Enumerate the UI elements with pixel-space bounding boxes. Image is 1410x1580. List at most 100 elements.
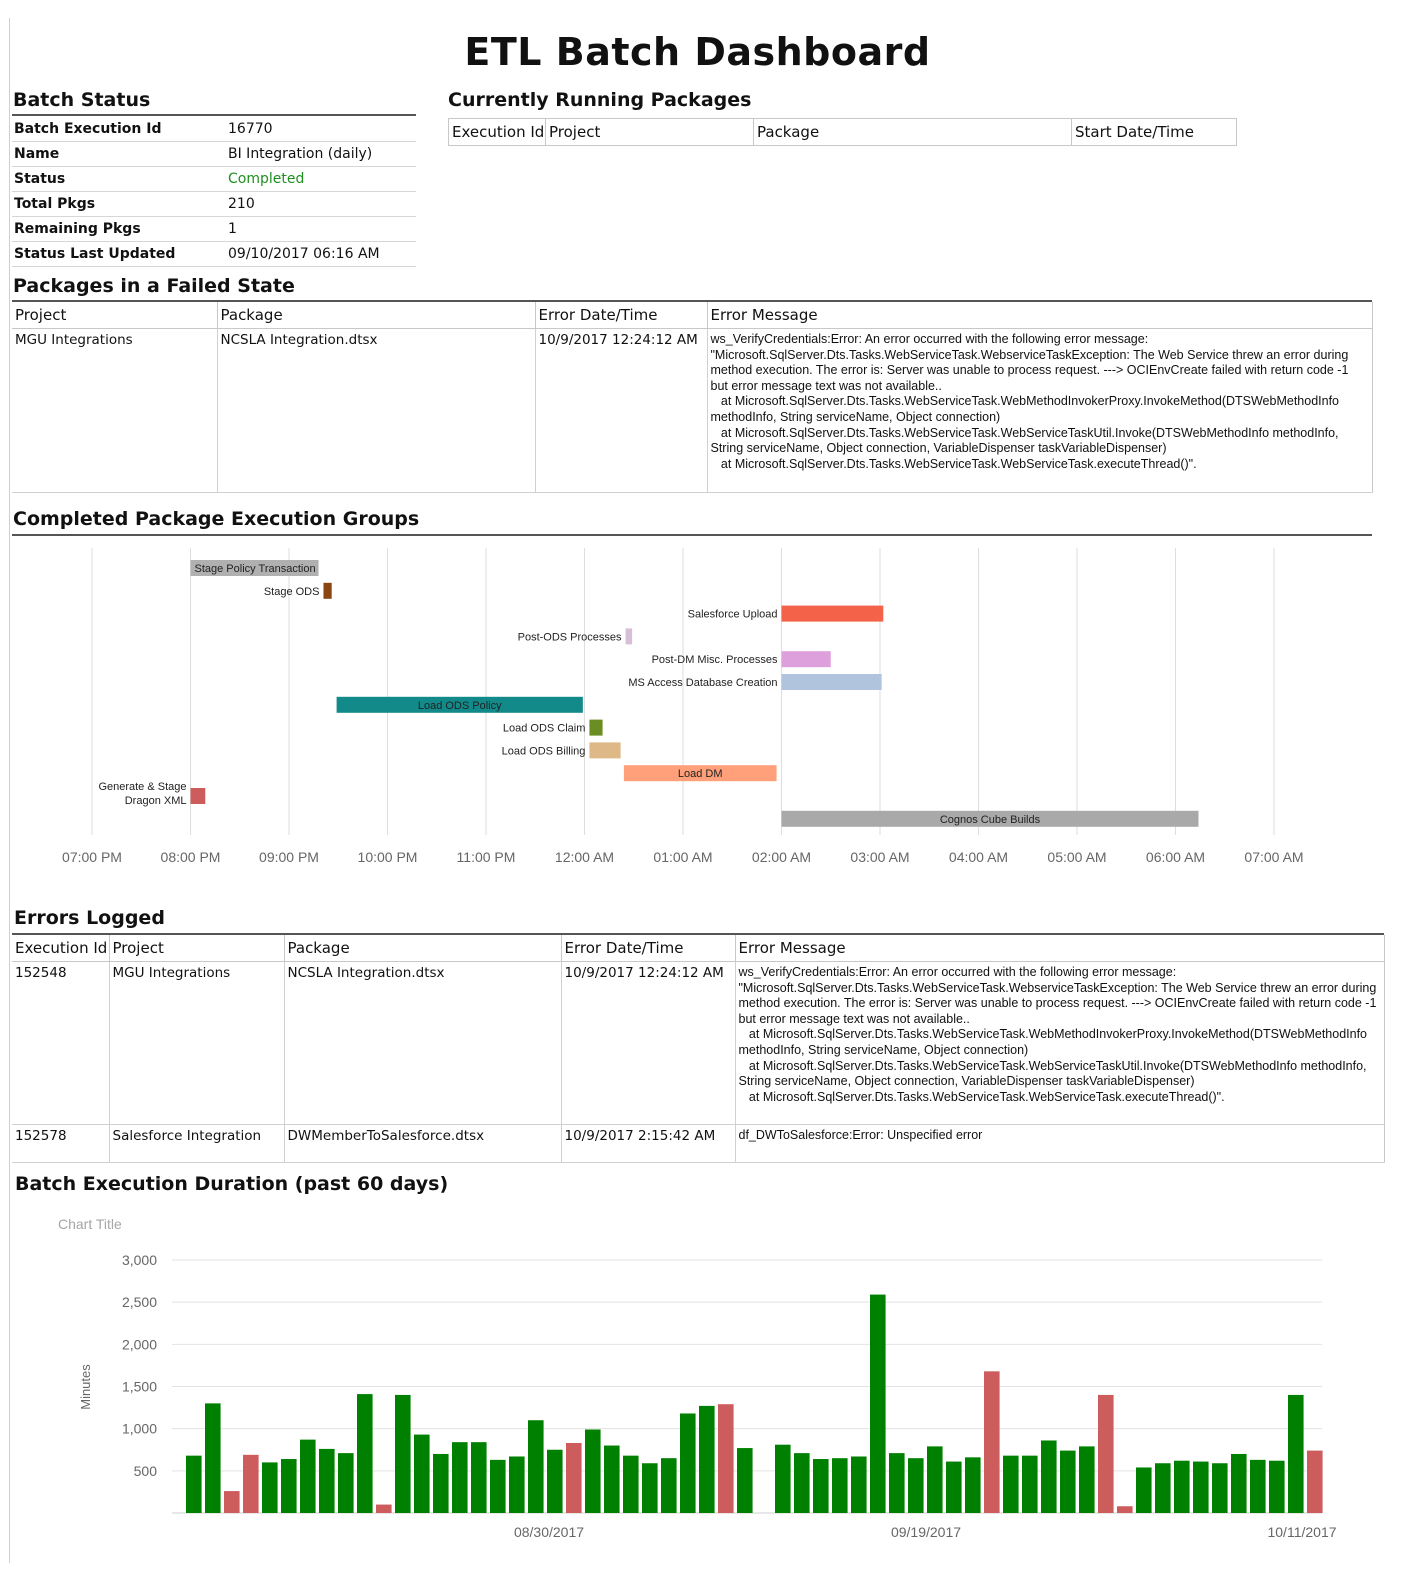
batch-execution-id-value: 16770: [226, 117, 416, 142]
duration-bar: [1003, 1455, 1019, 1513]
gantt-time-tick: 09:00 PM: [259, 849, 319, 865]
duration-bar: [338, 1453, 354, 1513]
batch-status-label: Remaining Pkgs: [12, 216, 226, 242]
x-tick-label: 09/19/2017: [891, 1524, 961, 1540]
duration-bar: [1288, 1394, 1304, 1513]
duration-bar: [471, 1442, 487, 1513]
duration-bar: [528, 1420, 544, 1513]
gantt-bar-label: Load ODS Billing: [502, 745, 586, 757]
gantt-time-tick: 01:00 AM: [653, 849, 712, 865]
gantt-time-tick: 05:00 AM: [1047, 849, 1106, 865]
x-tick-label: 10/11/2017: [1267, 1524, 1336, 1540]
duration-bar: [1136, 1467, 1152, 1513]
gantt-time-tick: 02:00 AM: [752, 849, 811, 865]
batch-status-row: Batch Execution Id 16770: [12, 117, 416, 142]
duration-bar: [319, 1448, 335, 1513]
batch-name-value: BI Integration (daily): [226, 141, 416, 167]
gantt-time-tick: 10:00 PM: [358, 849, 418, 865]
col-error-datetime[interactable]: Error Date/Time: [561, 935, 736, 962]
batch-status-row: Status Completed: [12, 166, 416, 192]
gantt-time-tick: 07:00 AM: [1244, 849, 1303, 865]
duration-bar: [965, 1457, 981, 1513]
running-packages-title: Currently Running Packages: [448, 89, 752, 111]
duration-bar: [1250, 1459, 1266, 1513]
error-id-cell: 152548: [12, 961, 110, 1125]
col-project[interactable]: Project: [12, 302, 218, 329]
batch-status-label: Batch Execution Id: [12, 117, 226, 142]
col-execution-id[interactable]: Execution Id: [12, 935, 110, 962]
y-tick-label: 3,000: [122, 1252, 157, 1268]
duration-bar: [490, 1459, 506, 1513]
duration-bar: [224, 1491, 240, 1513]
duration-chart: Chart Title 500 1,000 1,500 2,000 2,500 3,000 M…: [58, 1216, 1337, 1540]
duration-bar: [547, 1449, 563, 1513]
duration-bar: [1098, 1394, 1114, 1513]
table-row[interactable]: MGU Integrations NCSLA Integration.dtsx …: [12, 328, 1373, 493]
duration-bar: [281, 1459, 297, 1513]
y-axis-label: Minutes: [78, 1364, 93, 1410]
gantt-bar: [190, 788, 206, 804]
col-package[interactable]: Package: [753, 118, 1072, 146]
duration-bar: [357, 1394, 373, 1513]
col-error-message[interactable]: Error Message: [707, 302, 1373, 329]
duration-bar: [585, 1429, 601, 1513]
duration-bar: [300, 1439, 316, 1513]
failed-header-row: Project Package Error Date/Time Error Me…: [12, 302, 1373, 329]
gantt-time-tick: 12:00 AM: [555, 849, 614, 865]
col-execution-id[interactable]: Execution Id: [448, 118, 546, 146]
col-package[interactable]: Package: [217, 302, 536, 329]
error-date-cell: 10/9/2017 2:15:42 AM: [561, 1124, 736, 1163]
chart-title: Chart Title: [58, 1216, 122, 1232]
gantt-bar: [589, 742, 621, 759]
table-row[interactable]: 152548 MGU Integrations NCSLA Integratio…: [12, 961, 1385, 1125]
gantt-time-tick: 03:00 AM: [850, 849, 909, 865]
gantt-bar-label: Stage Policy Transaction: [195, 563, 316, 575]
duration-bar: [1041, 1440, 1057, 1513]
gantt-bar-label: Load DM: [678, 768, 723, 780]
error-project-cell: MGU Integrations: [109, 961, 285, 1125]
col-package[interactable]: Package: [284, 935, 562, 962]
failed-packages-table: Project Package Error Date/Time Error Me…: [12, 302, 1373, 493]
errors-logged-table: Execution Id Project Package Error Date/…: [12, 935, 1385, 1163]
gantt-bar: [625, 628, 633, 645]
gantt-bar: [781, 651, 831, 668]
gantt-bar-label: Post-DM Misc. Processes: [652, 654, 778, 666]
batch-status-label: Name: [12, 141, 226, 167]
duration-bar: [376, 1504, 392, 1513]
duration-bar: [452, 1442, 468, 1513]
duration-bar: [1269, 1460, 1285, 1513]
duration-bar: [908, 1458, 924, 1513]
batch-status-row: Remaining Pkgs 1: [12, 216, 416, 242]
gantt-time-tick: 04:00 AM: [949, 849, 1008, 865]
col-project[interactable]: Project: [545, 118, 754, 146]
gantt-bar: [781, 605, 884, 622]
gantt-bar: [781, 674, 882, 690]
gantt-bar: [589, 719, 603, 736]
execution-groups-chart: 07:00 PM 08:00 PM 09:00 PM 10:00 PM 11:00 PM…: [62, 548, 1304, 865]
duration-bar: [1212, 1463, 1228, 1513]
duration-bar: [604, 1445, 620, 1513]
duration-bar: [699, 1405, 715, 1513]
col-error-message[interactable]: Error Message: [735, 935, 1385, 962]
batch-status-label: Total Pkgs: [12, 191, 226, 217]
duration-bar: [832, 1458, 848, 1513]
duration-bar: [1193, 1461, 1209, 1513]
col-error-datetime[interactable]: Error Date/Time: [535, 302, 708, 329]
col-start-datetime[interactable]: Start Date/Time: [1071, 118, 1237, 146]
gantt-bar-label: MS Access Database Creation: [628, 677, 777, 689]
gantt-bar: [323, 582, 332, 599]
execution-groups-rule: [12, 534, 1372, 536]
duration-bar: [680, 1413, 696, 1513]
duration-bar: [775, 1444, 791, 1513]
duration-bar: [395, 1394, 411, 1513]
gantt-time-tick: 11:00 PM: [457, 849, 516, 865]
y-tick-label: 500: [134, 1463, 158, 1479]
failed-package-cell: NCSLA Integration.dtsx: [217, 328, 536, 493]
errors-logged-title: Errors Logged: [14, 907, 165, 929]
batch-status-table: Batch Execution Id 16770 Name BI Integrati…: [12, 117, 416, 267]
gantt-bar-label: Load ODS Claim: [503, 723, 586, 735]
col-project[interactable]: Project: [109, 935, 285, 962]
duration-bar: [984, 1371, 1000, 1513]
total-pkgs-value: 210: [226, 191, 416, 217]
table-row[interactable]: 152578 Salesforce Integration DWMemberTo…: [12, 1124, 1385, 1163]
